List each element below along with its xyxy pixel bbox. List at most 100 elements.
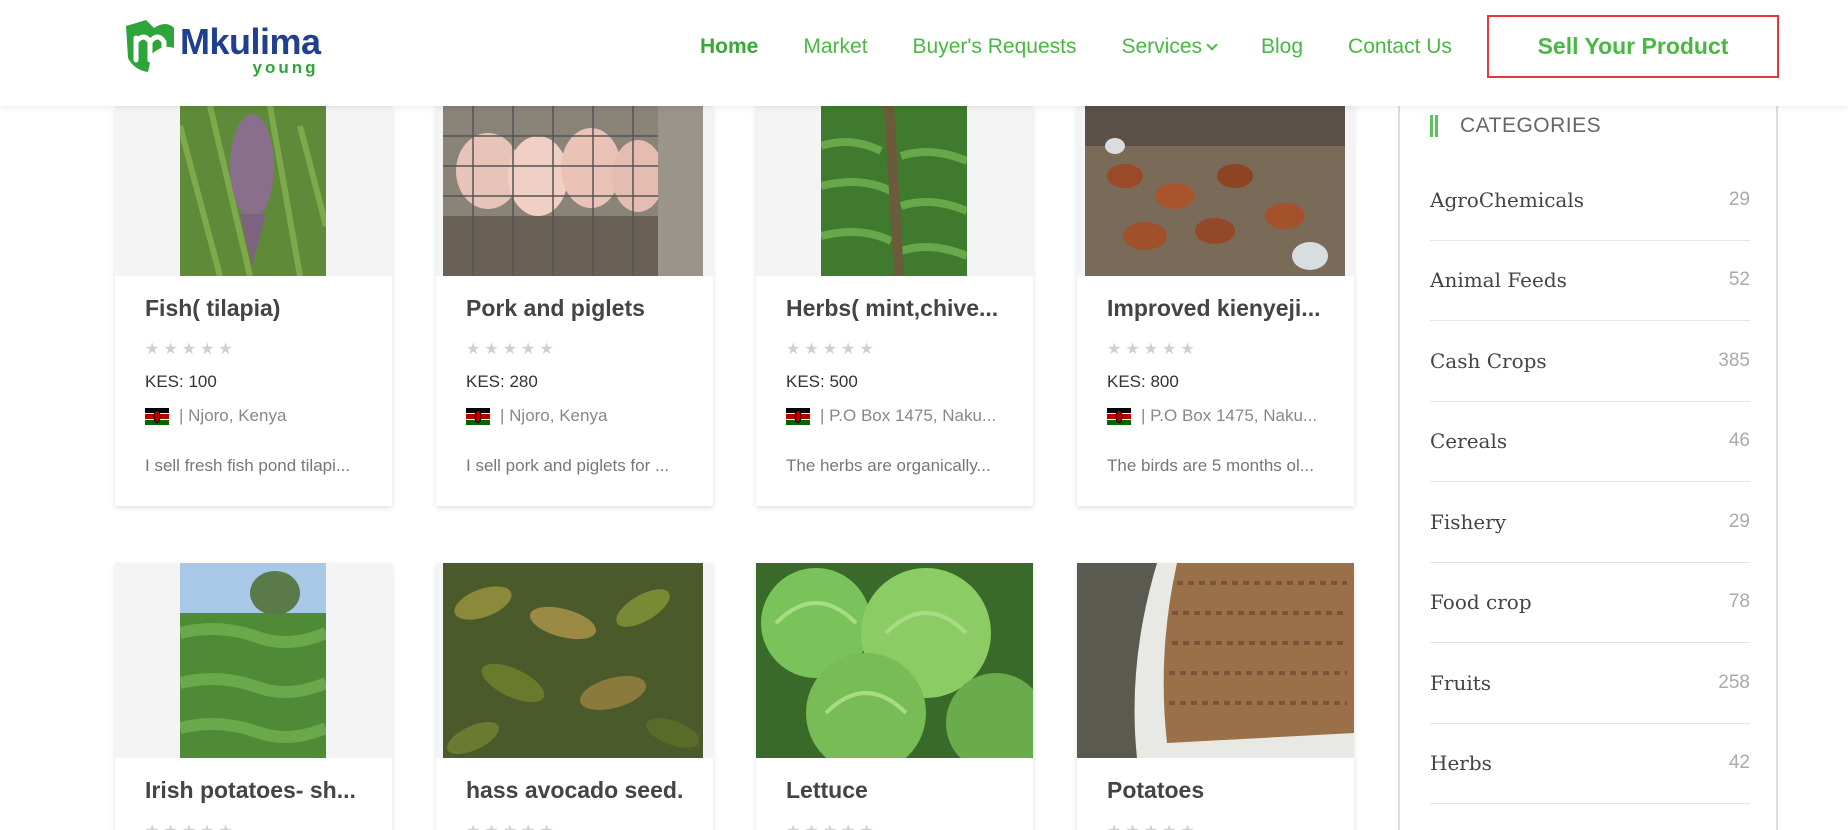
star-icon: ★	[1107, 824, 1121, 830]
product-location: | Njoro, Kenya	[179, 406, 287, 425]
star-icon: ★	[841, 824, 855, 830]
star-icon: ★	[163, 824, 177, 830]
product-image[interactable]	[436, 106, 713, 276]
rating-stars: ★★★★★	[145, 824, 362, 830]
star-icon: ★	[502, 341, 518, 358]
chevron-down-icon	[1206, 38, 1218, 51]
product-description: I sell pork and piglets for ...	[466, 456, 670, 475]
star-icon: ★	[539, 341, 554, 358]
star-icon: ★	[1180, 341, 1195, 358]
irish-potatoes-photo	[180, 563, 326, 758]
star-icon: ★	[218, 341, 233, 358]
star-icon: ★	[484, 824, 498, 830]
category-count: 42	[1728, 752, 1750, 774]
category-item[interactable]: Fishery 29	[1430, 482, 1750, 563]
product-description: The birds are 5 months ol...	[1107, 456, 1314, 475]
nav-services-label: Services	[1121, 35, 1202, 58]
star-icon: ★	[841, 341, 856, 358]
product-image[interactable]	[436, 563, 713, 758]
category-name[interactable]: Fruits	[1430, 671, 1491, 695]
category-item[interactable]: Animal Feeds 52	[1430, 241, 1750, 321]
title-accent-bar	[1430, 115, 1438, 137]
category-name[interactable]: Animal Feeds	[1430, 268, 1567, 292]
category-count: 385	[1718, 349, 1750, 371]
category-list: AgroChemicals 29 Animal Feeds 52 Cash Crop…	[1430, 160, 1750, 804]
category-name[interactable]: Fishery	[1430, 510, 1506, 534]
product-image[interactable]	[1077, 563, 1354, 758]
category-name[interactable]: Cash Crops	[1430, 349, 1547, 373]
star-icon: ★	[182, 824, 196, 830]
rating-stars: ★★★★★	[1107, 824, 1324, 830]
nav-services[interactable]: Services	[1121, 32, 1218, 62]
category-item[interactable]: Cereals 46	[1430, 402, 1750, 482]
categories-header: CATEGORIES	[1430, 114, 1601, 138]
star-icon: ★	[822, 341, 838, 358]
product-card[interactable]: Irish potatoes- sh... ★ ★ ★ ★ ★	[115, 563, 392, 830]
product-title[interactable]: Herbs( mint,chive...	[786, 295, 1003, 322]
star-icon: ★	[1162, 824, 1176, 830]
product-card[interactable]: Improved kienyeji... ★ ★ ★ ★ ★ KES: 800 | P.…	[1077, 106, 1354, 506]
fish-photo	[180, 106, 326, 276]
product-title[interactable]: Potatoes	[1107, 777, 1324, 804]
chickens-photo	[1085, 106, 1345, 276]
nav-buyers-requests[interactable]: Buyer's Requests	[913, 32, 1077, 62]
product-image[interactable]	[756, 106, 1033, 276]
star-icon: ★	[200, 824, 214, 830]
product-title[interactable]: Fish( tilapia)	[145, 295, 362, 322]
category-item[interactable]: Cash Crops 385	[1430, 321, 1750, 402]
category-name[interactable]: Herbs	[1430, 751, 1492, 775]
product-card[interactable]: Potatoes ★ ★ ★ ★ ★	[1077, 563, 1354, 830]
avocado-seedlings-photo	[443, 563, 703, 758]
product-card[interactable]: Lettuce ★ ★ ★ ★ ★	[756, 563, 1033, 830]
product-image[interactable]	[115, 563, 392, 758]
category-item[interactable]: Food crop 78	[1430, 563, 1750, 643]
nav-contact-us[interactable]: Contact Us	[1348, 32, 1452, 62]
product-image[interactable]	[115, 106, 392, 276]
star-icon: ★	[1162, 341, 1177, 358]
product-title[interactable]: hass avocado seed...	[466, 777, 683, 804]
kenya-flag-icon	[145, 407, 169, 425]
product-card[interactable]: Herbs( mint,chive... ★ ★ ★ ★ ★ KES: 500 | P.…	[756, 106, 1033, 506]
product-image[interactable]	[1077, 106, 1354, 276]
brand-name: Mkulima	[180, 21, 321, 62]
star-icon: ★	[786, 341, 801, 358]
category-item[interactable]: Fruits 258	[1430, 643, 1750, 724]
nav-market[interactable]: Market	[803, 32, 867, 62]
star-icon: ★	[181, 341, 197, 358]
product-title[interactable]: Lettuce	[786, 777, 1003, 804]
product-title[interactable]: Improved kienyeji...	[1107, 295, 1324, 322]
categories-sidebar: CATEGORIES AgroChemicals 29 Animal Feeds 5…	[1398, 106, 1778, 830]
product-title[interactable]: Pork and piglets	[466, 295, 683, 322]
star-icon: ★	[466, 824, 480, 830]
star-icon: ★	[786, 824, 800, 830]
star-icon: ★	[145, 341, 160, 358]
star-icon: ★	[804, 824, 818, 830]
sell-your-product-button[interactable]: Sell Your Product	[1487, 15, 1779, 78]
star-icon: ★	[1107, 341, 1122, 358]
product-price: KES: 280	[466, 372, 538, 391]
category-name[interactable]: AgroChemicals	[1430, 188, 1584, 212]
star-icon: ★	[521, 341, 536, 358]
rating-stars: ★★★★★	[786, 824, 1003, 830]
star-icon: ★	[145, 824, 159, 830]
star-icon: ★	[804, 341, 819, 358]
categories-title: CATEGORIES	[1460, 114, 1602, 137]
category-count: 78	[1728, 591, 1750, 613]
category-item[interactable]: Herbs 42	[1430, 724, 1750, 804]
main-nav: Home Market Buyer's Requests Services Bl…	[700, 32, 1497, 62]
product-card[interactable]: Fish( tilapia) ★ ★ ★ ★ ★ KES: 100 | Njoro, K…	[115, 106, 392, 506]
nav-blog[interactable]: Blog	[1261, 32, 1303, 62]
product-card[interactable]: hass avocado seed... ★ ★ ★ ★ ★	[436, 563, 713, 830]
product-description: I sell fresh fish pond tilapi...	[145, 456, 351, 475]
star-icon: ★	[200, 341, 215, 358]
rating-stars: ★★★★★	[145, 342, 362, 358]
product-title[interactable]: Irish potatoes- sh...	[145, 777, 362, 804]
site-logo[interactable]: Mkulima young	[122, 18, 321, 78]
product-card[interactable]: Pork and piglets ★ ★ ★ ★ ★ KES: 280 | Njoro,…	[436, 106, 713, 506]
product-image[interactable]	[756, 563, 1033, 758]
category-name[interactable]: Food crop	[1430, 590, 1532, 614]
star-icon: ★	[466, 341, 481, 358]
category-item[interactable]: AgroChemicals 29	[1430, 160, 1750, 241]
category-name[interactable]: Cereals	[1430, 429, 1507, 453]
nav-home[interactable]: Home	[700, 32, 758, 62]
